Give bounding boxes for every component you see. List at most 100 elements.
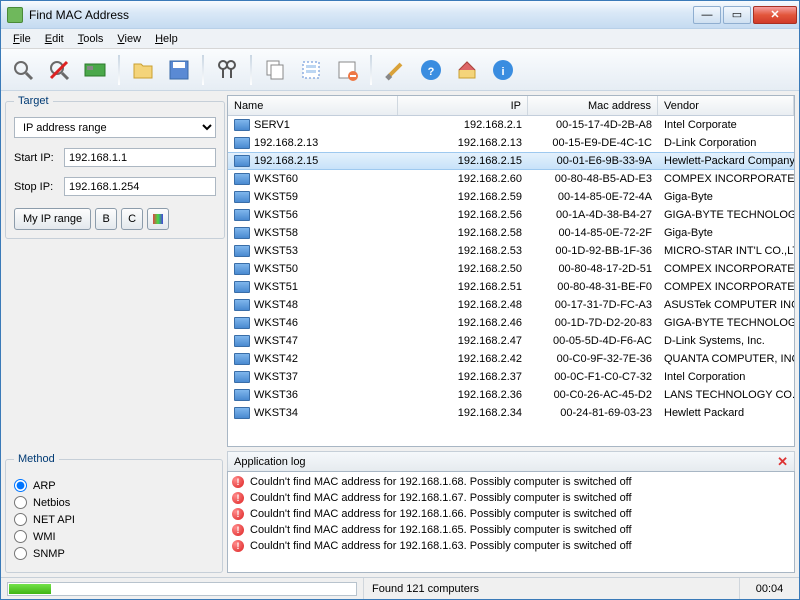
titlebar[interactable]: Find MAC Address — ▭ ✕ xyxy=(1,1,799,29)
computer-icon xyxy=(234,209,250,221)
find-button[interactable] xyxy=(211,54,243,86)
target-mode-select[interactable]: IP address range xyxy=(14,117,216,138)
delete-button[interactable] xyxy=(331,54,363,86)
method-radio[interactable] xyxy=(14,513,27,526)
log-line: !Couldn't find MAC address for 192.168.1… xyxy=(232,490,790,506)
menu-view[interactable]: View xyxy=(111,31,147,47)
error-icon: ! xyxy=(232,540,244,552)
method-option-snmp[interactable]: SNMP xyxy=(14,547,214,560)
log-line: !Couldn't find MAC address for 192.168.1… xyxy=(232,522,790,538)
save-button[interactable] xyxy=(163,54,195,86)
statusbar: Found 121 computers 00:04 xyxy=(1,577,799,599)
menu-tools[interactable]: Tools xyxy=(72,31,110,47)
error-icon: ! xyxy=(232,524,244,536)
copy-button[interactable] xyxy=(259,54,291,86)
target-group: Target IP address range Start IP: Stop I… xyxy=(5,95,225,239)
col-ip[interactable]: IP xyxy=(398,96,528,115)
table-row[interactable]: WKST56192.168.2.5600-1A-4D-38-B4-27GIGA-… xyxy=(228,206,794,224)
open-button[interactable] xyxy=(127,54,159,86)
computer-icon xyxy=(234,407,250,419)
home-button[interactable] xyxy=(451,54,483,86)
table-row[interactable]: WKST42192.168.2.4200-C0-9F-32-7E-36QUANT… xyxy=(228,350,794,368)
table-row[interactable]: WKST50192.168.2.5000-80-48-17-2D-51COMPE… xyxy=(228,260,794,278)
progress-bar xyxy=(7,582,357,596)
method-option-arp[interactable]: ARP xyxy=(14,479,214,492)
my-ip-range-button[interactable]: My IP range xyxy=(14,208,91,230)
method-radio[interactable] xyxy=(14,547,27,560)
col-mac[interactable]: Mac address xyxy=(528,96,658,115)
method-legend: Method xyxy=(14,453,59,465)
maximize-button[interactable]: ▭ xyxy=(723,6,751,24)
computer-icon xyxy=(234,227,250,239)
window-title: Find MAC Address xyxy=(29,8,693,22)
nic-button[interactable] xyxy=(79,54,111,86)
computer-icon xyxy=(234,335,250,347)
start-ip-label: Start IP: xyxy=(14,152,60,164)
stop-ip-label: Stop IP: xyxy=(14,181,60,193)
close-button[interactable]: ✕ xyxy=(753,6,797,24)
table-row[interactable]: WKST59192.168.2.5900-14-85-0E-72-4AGiga-… xyxy=(228,188,794,206)
settings-button[interactable] xyxy=(379,54,411,86)
computer-icon xyxy=(234,191,250,203)
computer-icon xyxy=(234,245,250,257)
table-row[interactable]: SERV1192.168.2.100-15-17-4D-2B-A8Intel C… xyxy=(228,116,794,134)
computer-icon xyxy=(234,389,250,401)
svg-text:?: ? xyxy=(428,66,435,78)
menu-edit[interactable]: Edit xyxy=(39,31,70,47)
log-line: !Couldn't find MAC address for 192.168.1… xyxy=(232,474,790,490)
start-ip-input[interactable] xyxy=(64,148,216,167)
table-row[interactable]: WKST34192.168.2.3400-24-81-69-03-23Hewle… xyxy=(228,404,794,422)
table-row[interactable]: WKST60192.168.2.6000-80-48-B5-AD-E3COMPE… xyxy=(228,170,794,188)
method-option-net-api[interactable]: NET API xyxy=(14,513,214,526)
method-option-wmi[interactable]: WMI xyxy=(14,530,214,543)
computer-icon xyxy=(234,299,250,311)
method-radio[interactable] xyxy=(14,479,27,492)
method-radio[interactable] xyxy=(14,530,27,543)
menu-help[interactable]: Help xyxy=(149,31,184,47)
class-c-button[interactable]: C xyxy=(121,208,143,230)
table-row[interactable]: WKST37192.168.2.3700-0C-F1-C0-C7-32Intel… xyxy=(228,368,794,386)
class-b-button[interactable]: B xyxy=(95,208,117,230)
table-row[interactable]: WKST53192.168.2.5300-1D-92-BB-1F-36MICRO… xyxy=(228,242,794,260)
method-group: Method ARP Netbios NET API WMI SNMP xyxy=(5,453,223,573)
col-vendor[interactable]: Vendor xyxy=(658,96,794,115)
col-name[interactable]: Name xyxy=(228,96,398,115)
help-button[interactable]: ? xyxy=(415,54,447,86)
computer-icon xyxy=(234,263,250,275)
menubar: File Edit Tools View Help xyxy=(1,29,799,49)
method-radio[interactable] xyxy=(14,496,27,509)
log-close-button[interactable]: ✕ xyxy=(777,454,788,470)
about-button[interactable]: i xyxy=(487,54,519,86)
table-row[interactable]: WKST58192.168.2.5800-14-85-0E-72-2FGiga-… xyxy=(228,224,794,242)
computer-icon xyxy=(234,353,250,365)
results-header[interactable]: Name IP Mac address Vendor xyxy=(228,96,794,116)
stop-scan-button[interactable] xyxy=(43,54,75,86)
table-row[interactable]: WKST51192.168.2.5100-80-48-31-BE-F0COMPE… xyxy=(228,278,794,296)
error-icon: ! xyxy=(232,492,244,504)
computer-icon xyxy=(234,119,250,131)
table-row[interactable]: WKST36192.168.2.3600-C0-26-AC-45-D2LANS … xyxy=(228,386,794,404)
stop-ip-input[interactable] xyxy=(64,177,216,196)
table-row[interactable]: 192.168.2.15192.168.2.1500-01-E6-9B-33-9… xyxy=(228,152,794,170)
error-icon: ! xyxy=(232,508,244,520)
log-panel: Application log ✕ !Couldn't find MAC add… xyxy=(227,451,795,573)
results-body[interactable]: SERV1192.168.2.100-15-17-4D-2B-A8Intel C… xyxy=(228,116,794,446)
table-row[interactable]: 192.168.2.13192.168.2.1300-15-E9-DE-4C-1… xyxy=(228,134,794,152)
toolbar: ? i xyxy=(1,49,799,91)
table-row[interactable]: WKST47192.168.2.4700-05-5D-4D-F6-ACD-Lin… xyxy=(228,332,794,350)
menu-file[interactable]: File xyxy=(7,31,37,47)
minimize-button[interactable]: — xyxy=(693,6,721,24)
scan-button[interactable] xyxy=(7,54,39,86)
computer-icon xyxy=(234,317,250,329)
app-icon xyxy=(7,7,23,23)
select-all-button[interactable] xyxy=(295,54,327,86)
table-row[interactable]: WKST48192.168.2.4800-17-31-7D-FC-A3ASUST… xyxy=(228,296,794,314)
method-option-netbios[interactable]: Netbios xyxy=(14,496,214,509)
log-legend: Application log xyxy=(234,456,306,468)
log-body[interactable]: !Couldn't find MAC address for 192.168.1… xyxy=(227,471,795,573)
svg-text:i: i xyxy=(501,66,504,78)
table-row[interactable]: WKST46192.168.2.4600-1D-7D-D2-20-83GIGA-… xyxy=(228,314,794,332)
app-window: Find MAC Address — ▭ ✕ File Edit Tools V… xyxy=(0,0,800,600)
target-legend: Target xyxy=(14,95,53,107)
color-range-button[interactable] xyxy=(147,208,169,230)
